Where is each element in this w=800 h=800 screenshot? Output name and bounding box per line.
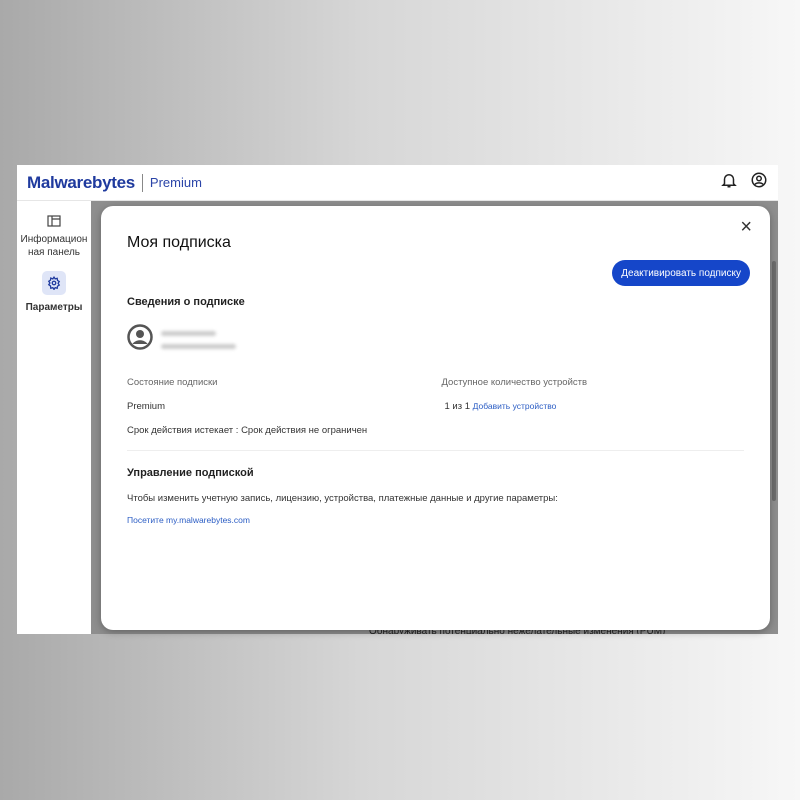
- divider: [141, 173, 143, 192]
- sidebar-item-label: Информацион: [20, 234, 88, 245]
- close-icon[interactable]: ×: [740, 216, 752, 239]
- product-name: Premium: [149, 175, 202, 190]
- blurred-username: [161, 330, 216, 336]
- gear-icon: [42, 271, 66, 295]
- manage-text: Чтобы изменить учетную запись, лицензию,…: [127, 493, 558, 504]
- bell-icon[interactable]: [720, 171, 738, 194]
- avatar-icon: [127, 324, 153, 355]
- manage-heading: Управление подпиской: [127, 467, 254, 479]
- sidebar-item-label: ная панель: [27, 247, 81, 258]
- sidebar: Информацион ная панель Параметры: [17, 201, 91, 634]
- account-info: [127, 324, 744, 355]
- top-bar: Malwarebytes Premium: [17, 165, 778, 201]
- subscription-info-heading: Сведения о подписке: [127, 296, 245, 308]
- devices-label: Доступное количество устройств: [441, 377, 588, 388]
- blurred-email: [161, 343, 236, 349]
- sidebar-item-settings[interactable]: Параметры: [17, 259, 91, 314]
- account-icon[interactable]: [750, 171, 768, 194]
- add-device-link[interactable]: Добавить устройство: [473, 401, 557, 411]
- deactivate-subscription-button[interactable]: Деактивировать подписку: [612, 260, 750, 286]
- sidebar-item-label: Параметры: [25, 302, 83, 313]
- brand-logo: Malwarebytes: [27, 172, 135, 192]
- devices-value: 1 из 1: [444, 401, 471, 412]
- malwarebytes-account-link[interactable]: Посетите my.malwarebytes.com: [127, 515, 744, 525]
- expiry-text: Срок действия истекает : Срок действия н…: [127, 425, 368, 436]
- subscription-modal: × Моя подписка Деактивировать подписку С…: [101, 206, 770, 630]
- status-label: Состояние подписки: [127, 377, 218, 388]
- status-value: Premium: [127, 401, 166, 412]
- divider: [127, 450, 744, 451]
- sidebar-item-dashboard[interactable]: Информацион ная панель: [17, 201, 91, 259]
- dashboard-icon: [17, 215, 91, 227]
- modal-title: Моя подписка: [127, 234, 231, 251]
- scrollbar[interactable]: [772, 261, 776, 501]
